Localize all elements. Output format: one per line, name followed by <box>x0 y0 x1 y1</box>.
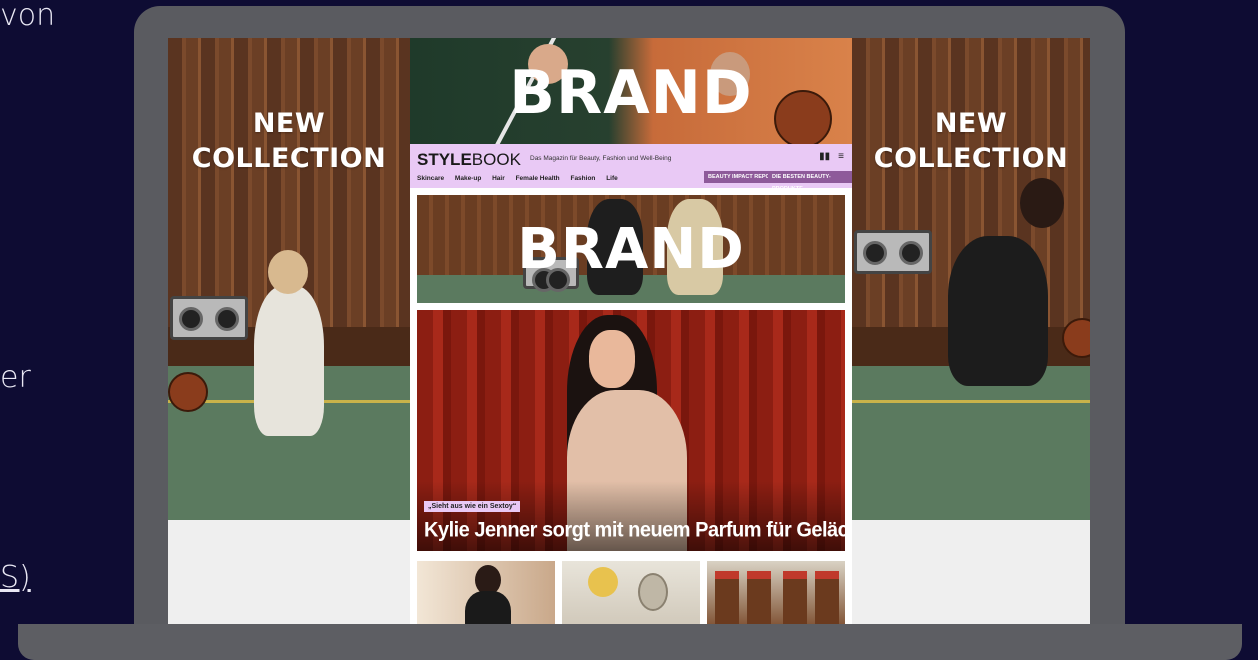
body-text-fragment-2: er <box>0 360 31 395</box>
nav-item-female-health[interactable]: Female Health <box>516 175 560 182</box>
flowers-image <box>588 567 618 597</box>
stylebook-logo[interactable]: STYLEBOOK <box>417 150 521 170</box>
ad-title-line-2: COLLECTION <box>191 143 387 175</box>
logo-bold-part: STYLE <box>417 150 472 169</box>
hero-article[interactable]: „Sieht aus wie ein Sextoy“ Kylie Jenner … <box>417 310 845 551</box>
left-ad-title: NEW COLLECTION <box>168 106 410 176</box>
ad-floor <box>852 365 1090 520</box>
boombox-image <box>854 230 932 274</box>
left-skyscraper-ad[interactable]: NEW COLLECTION <box>168 38 410 520</box>
ad-title-line-1: NEW <box>252 108 326 139</box>
ad-title-line-1: NEW <box>934 108 1008 139</box>
best-beauty-products-button[interactable]: Die besten Beauty-Produkte <box>768 171 852 192</box>
masthead-icons: ▮▮ ≡ <box>811 151 844 162</box>
model-image <box>254 286 324 436</box>
site-masthead: STYLEBOOK Das Magazin für Beauty, Fashio… <box>410 144 852 192</box>
model-head <box>1020 178 1064 228</box>
top-brand-ad[interactable]: BRAND <box>410 38 852 144</box>
body-text-link-fragment[interactable]: S) <box>0 560 31 595</box>
nav-item-life[interactable]: Life <box>606 175 618 182</box>
brand-label: BRAND <box>509 58 753 128</box>
product-bottle-image <box>783 571 807 624</box>
model-image <box>465 591 511 624</box>
stylebook-page: BRAND STYLEBOOK Das Magazin für Beauty, … <box>410 38 852 624</box>
right-skyscraper-ad[interactable]: NEW COLLECTION <box>852 38 1090 520</box>
nav-item-hair[interactable]: Hair <box>492 175 505 182</box>
basketball-image <box>168 372 208 412</box>
ad-floor-line <box>852 399 1090 403</box>
main-nav: Skincare Make-up Hair Female Health Fash… <box>417 175 627 182</box>
mirror-image <box>638 573 668 611</box>
teaser-thumbnail-1[interactable] <box>417 561 555 624</box>
teaser-thumbnail-3[interactable] <box>707 561 845 624</box>
brand-banner-ad[interactable]: BRAND <box>417 195 845 303</box>
product-bottle-image <box>715 571 739 624</box>
teaser-thumbnail-2[interactable] <box>562 561 700 624</box>
boombox-image <box>170 296 248 340</box>
article-headline[interactable]: Kylie Jenner sorgt mit neuem Parfum für … <box>424 518 845 542</box>
product-bottle-image <box>815 571 839 624</box>
model-head <box>268 250 308 294</box>
laptop-screen: NEW COLLECTION NEW COLLECTION BRAND STYL… <box>168 38 1090 624</box>
bild-logo-icon[interactable]: ▮▮ <box>819 151 830 162</box>
right-ad-title: NEW COLLECTION <box>852 106 1090 176</box>
nav-item-skincare[interactable]: Skincare <box>417 175 444 182</box>
nav-item-make-up[interactable]: Make-up <box>455 175 481 182</box>
ad-title-line-2: COLLECTION <box>873 143 1069 175</box>
menu-icon[interactable]: ≡ <box>838 151 844 162</box>
product-bottle-image <box>747 571 771 624</box>
body-text-fragment-1: von <box>0 0 56 33</box>
article-kicker: „Sieht aus wie ein Sextoy“ <box>424 501 521 512</box>
model-image <box>948 236 1048 386</box>
laptop-base <box>18 624 1242 660</box>
logo-light-part: BOOK <box>471 150 521 169</box>
site-tagline: Das Magazin für Beauty, Fashion und Well… <box>530 155 672 162</box>
hero-image-face <box>589 330 635 388</box>
brand-label: BRAND <box>517 217 745 282</box>
nav-item-fashion[interactable]: Fashion <box>570 175 595 182</box>
